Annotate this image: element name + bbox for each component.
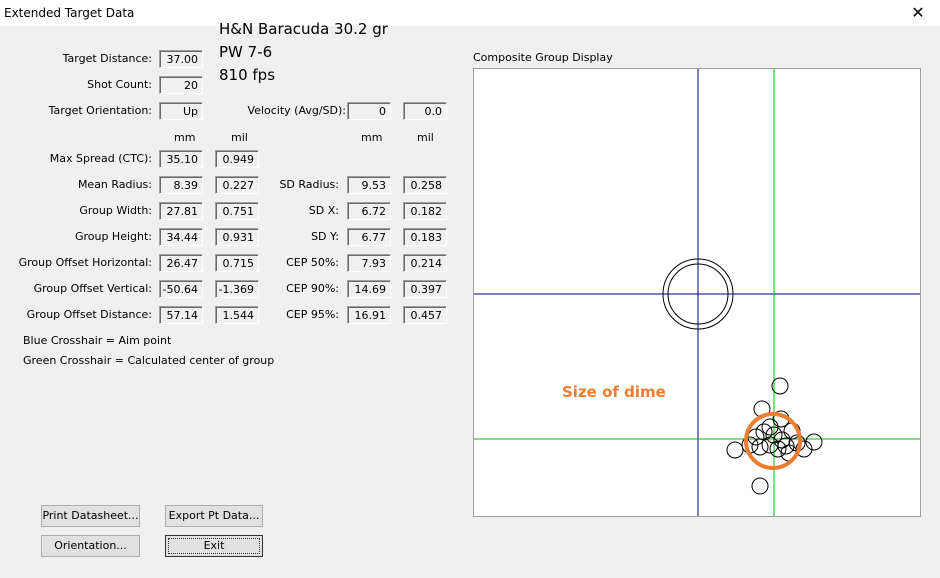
group-plot	[474, 69, 920, 516]
stat-mil-field: 0.258	[403, 176, 447, 194]
shot-count-label: Shot Count:	[87, 78, 152, 91]
stat-label: SD X:	[308, 204, 339, 217]
orientation-button[interactable]: Orientation...	[41, 535, 140, 557]
stat-mm-field: 14.69	[347, 280, 391, 298]
unit-header-mil: mil	[231, 131, 248, 144]
stat-label: Group Height:	[74, 230, 152, 243]
stat-label: Group Width:	[79, 204, 152, 217]
close-icon[interactable]: ✕	[896, 0, 940, 26]
stat-mm-field: 8.39	[159, 176, 203, 194]
export-pt-data-button[interactable]: Export Pt Data...	[165, 505, 263, 527]
shot-hole	[751, 477, 769, 495]
stat-mil-field: 0.227	[215, 176, 259, 194]
stat-mm-field: 35.10	[159, 150, 203, 168]
stat-mm-field: 57.14	[159, 306, 203, 324]
annotation-line-1: H&N Baracuda 30.2 gr	[219, 20, 388, 38]
stat-label: Max Spread (CTC):	[49, 152, 152, 165]
stat-label: Group Offset Vertical:	[33, 282, 152, 295]
stat-mil-field: 0.715	[215, 254, 259, 272]
stat-mil-field: -1.369	[215, 280, 259, 298]
exit-button[interactable]: Exit	[165, 535, 263, 557]
stat-mil-field: 0.949	[215, 150, 259, 168]
stat-label: Group Offset Distance:	[26, 308, 152, 321]
stat-label: CEP 50%:	[286, 256, 339, 269]
velocity-sd-field: 0.0	[403, 102, 447, 120]
graph-title: Composite Group Display	[473, 51, 613, 64]
unit-header-mm: mm	[174, 131, 196, 144]
shot-hole	[751, 438, 769, 456]
stat-mil-field: 0.182	[403, 202, 447, 220]
annotation-line-3: 810 fps	[219, 66, 276, 84]
stat-label: Mean Radius:	[77, 178, 152, 191]
stat-mil-field: 0.183	[403, 228, 447, 246]
stat-mil-field: 0.931	[215, 228, 259, 246]
unit-header-mil: mil	[417, 131, 434, 144]
stat-mil-field: 0.397	[403, 280, 447, 298]
stat-mm-field: 16.91	[347, 306, 391, 324]
stat-mil-field: 1.544	[215, 306, 259, 324]
shot-hole	[726, 441, 744, 459]
target-distance-label: Target Distance:	[62, 52, 152, 65]
target-distance-field: 37.00	[159, 50, 203, 68]
stat-mil-field: 0.214	[403, 254, 447, 272]
stat-mil-field: 0.751	[215, 202, 259, 220]
shot-count-field: 20	[159, 76, 203, 94]
print-datasheet-button[interactable]: Print Datasheet...	[41, 505, 140, 527]
velocity-label: Velocity (Avg/SD):	[247, 104, 346, 117]
stat-mm-field: 26.47	[159, 254, 203, 272]
stat-label: SD Radius:	[279, 178, 339, 191]
target-orientation-field: Up	[159, 102, 203, 120]
title-bar: Extended Target Data ✕	[0, 0, 940, 26]
unit-header-mm: mm	[361, 131, 383, 144]
stat-mm-field: 9.53	[347, 176, 391, 194]
stat-mm-field: 6.77	[347, 228, 391, 246]
stat-label: Group Offset Horizontal:	[18, 256, 152, 269]
stat-label: SD Y:	[311, 230, 339, 243]
stat-mm-field: 7.93	[347, 254, 391, 272]
stat-mm-field: 6.72	[347, 202, 391, 220]
window-title: Extended Target Data	[4, 6, 135, 20]
composite-group-display	[473, 68, 921, 517]
stat-mm-field: -50.64	[159, 280, 203, 298]
legend-green-crosshair: Green Crosshair = Calculated center of g…	[23, 354, 275, 367]
annotation-line-2: PW 7-6	[219, 43, 273, 61]
dime-annotation-label: Size of dime	[562, 383, 666, 401]
legend-blue-crosshair: Blue Crosshair = Aim point	[23, 334, 172, 347]
velocity-avg-field: 0	[347, 102, 391, 120]
stat-label: CEP 95%:	[286, 308, 339, 321]
stat-label: CEP 90%:	[286, 282, 339, 295]
stat-mm-field: 27.81	[159, 202, 203, 220]
stat-mm-field: 34.44	[159, 228, 203, 246]
stat-mil-field: 0.457	[403, 306, 447, 324]
target-orientation-label: Target Orientation:	[48, 104, 152, 117]
